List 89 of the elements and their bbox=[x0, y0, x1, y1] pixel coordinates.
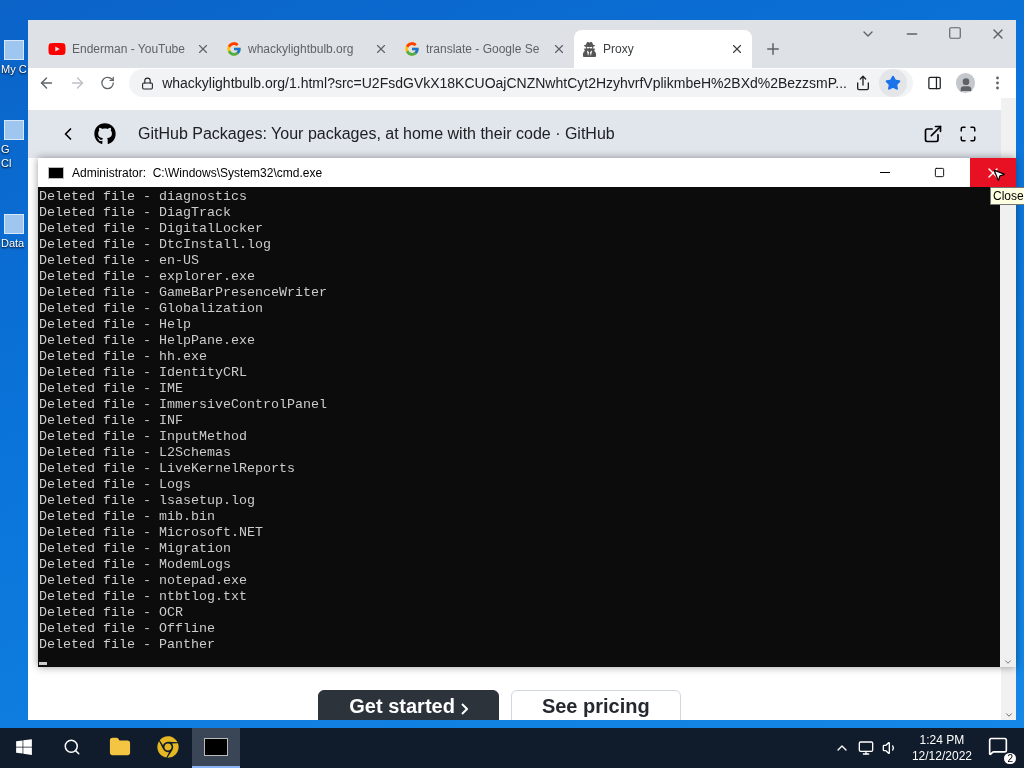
console-line: Deleted file - InputMethod bbox=[39, 429, 248, 445]
taskbar-app[interactable] bbox=[192, 728, 240, 768]
chrome-icon bbox=[157, 736, 179, 758]
close-icon[interactable] bbox=[730, 42, 744, 56]
star-icon bbox=[885, 75, 901, 91]
tab-title: Proxy bbox=[603, 42, 635, 56]
console-line: Deleted file - mib.bin bbox=[39, 509, 216, 525]
browser-tab[interactable]: whackylightbulb.org bbox=[218, 30, 396, 68]
github-icon bbox=[94, 123, 116, 145]
clock[interactable]: 1:24 PM 12/12/2022 bbox=[911, 732, 972, 764]
google-icon bbox=[404, 41, 420, 57]
youtube-icon bbox=[48, 40, 66, 58]
console-line: Deleted file - en-US bbox=[39, 253, 200, 269]
console-line: Deleted file - IdentityCRL bbox=[39, 365, 248, 381]
folder-icon bbox=[109, 736, 131, 758]
terminal-icon bbox=[48, 166, 64, 179]
browser-tab[interactable]: translate - Google Se bbox=[396, 30, 574, 68]
console-line: Deleted file - ImmersiveControlPanel bbox=[39, 397, 328, 413]
new-tab-icon[interactable] bbox=[764, 40, 782, 58]
console-line: Deleted file - DtcInstall.log bbox=[39, 237, 272, 253]
windows-icon bbox=[15, 738, 33, 756]
google-icon bbox=[226, 41, 242, 57]
console-line: Deleted file - OCR bbox=[39, 605, 184, 621]
icon-label: G bbox=[0, 142, 10, 156]
console-line: Deleted file - L2Schemas bbox=[39, 445, 232, 461]
message-icon bbox=[988, 736, 1008, 756]
console-line: Deleted file - explorer.exe bbox=[39, 269, 256, 285]
console-line: Deleted file - Panther bbox=[39, 637, 216, 653]
console-line: Deleted file - HelpPane.exe bbox=[39, 333, 256, 349]
console-line: Deleted file - Offline bbox=[39, 621, 216, 637]
close-button[interactable] bbox=[970, 158, 1016, 187]
pricing-button[interactable]: See pricing bbox=[510, 690, 681, 720]
tab-title: whackylightbulb.org bbox=[248, 42, 355, 56]
profile-avatar[interactable] bbox=[956, 73, 975, 93]
close-icon[interactable] bbox=[196, 42, 210, 56]
scroll-down-icon[interactable] bbox=[1003, 710, 1014, 720]
window-title: Administrator: C:\Windows\System32\cmd.exe bbox=[72, 165, 324, 180]
close-icon[interactable] bbox=[552, 42, 566, 56]
console-line: Deleted file - Globalization bbox=[39, 301, 264, 317]
date-text: 12/12/2022 bbox=[911, 748, 972, 764]
maximize-icon[interactable] bbox=[948, 26, 962, 40]
network-icon[interactable] bbox=[857, 740, 874, 756]
close-icon[interactable] bbox=[374, 42, 388, 56]
console-line: Deleted file - Help bbox=[39, 317, 192, 333]
console-line: Deleted file - lsasetup.log bbox=[39, 493, 256, 509]
time-text: 1:24 PM bbox=[919, 732, 965, 748]
console-line: Deleted file - INF bbox=[39, 413, 184, 429]
chevron-right-icon bbox=[460, 703, 468, 715]
browser-tab[interactable]: Proxy bbox=[574, 30, 752, 68]
icon-label: My C bbox=[0, 62, 27, 76]
console-line: Deleted file - IME bbox=[39, 381, 184, 397]
console-line: Deleted file - DigitalLocker bbox=[39, 221, 264, 237]
console-line: Deleted file - Microsoft.NET bbox=[39, 525, 264, 541]
side-panel-icon[interactable] bbox=[927, 75, 943, 91]
terminal-icon bbox=[204, 738, 228, 756]
bookmark-button[interactable] bbox=[879, 69, 907, 97]
icon-label: Data bbox=[0, 236, 25, 250]
address-bar[interactable]: whackylightbulb.org/1.html?src=U2FsdGVkX18KCUOajCNZNwhtCyt2HzyhvrfVplikmbeH%2BXd%2BezzsmP... bbox=[129, 69, 913, 97]
console-line: Deleted file - ntbtlog.txt bbox=[39, 589, 248, 605]
tab-title: Enderman - YouTube bbox=[72, 42, 186, 56]
console-line: Deleted file - notepad.exe bbox=[39, 573, 248, 589]
maximize-icon bbox=[933, 167, 945, 178]
external-link-icon[interactable] bbox=[923, 124, 943, 144]
search-icon bbox=[63, 738, 81, 756]
lock-icon bbox=[141, 76, 155, 90]
tab-title: translate - Google Se bbox=[426, 42, 541, 56]
browser-tab[interactable]: Enderman - YouTube bbox=[40, 30, 218, 68]
get-started-button[interactable]: Get started bbox=[318, 690, 499, 720]
console-line: Deleted file - ModemLogs bbox=[39, 557, 232, 573]
console-line: Deleted file - hh.exe bbox=[39, 349, 208, 365]
minimize-icon bbox=[880, 172, 890, 173]
notification-count: 2 bbox=[1004, 753, 1016, 764]
scroll-down-icon[interactable] bbox=[1003, 657, 1013, 667]
fullscreen-icon[interactable] bbox=[959, 125, 977, 143]
reload-icon[interactable] bbox=[100, 75, 116, 91]
icon-label: Cl bbox=[0, 156, 12, 170]
notifications-button[interactable]: 2 bbox=[986, 732, 1016, 764]
console-line: Deleted file - DiagTrack bbox=[39, 205, 232, 221]
console-line: Deleted file - GameBarPresenceWriter bbox=[39, 285, 328, 301]
console-line: Deleted file - Logs bbox=[39, 477, 192, 493]
console-line: Deleted file - LiveKernelReports bbox=[39, 461, 296, 477]
tooltip: Close bbox=[990, 187, 1024, 205]
page-title: GitHub Packages: Your packages, at home with their code · GitHub bbox=[138, 125, 616, 143]
share-icon[interactable] bbox=[855, 75, 871, 91]
url-text: whackylightbulb.org/1.html?src=U2FsdGVkX18KCUOajCNZNwhtCyt2HzyhvrfVplikmbeH%2BXd%2BezzsmP... bbox=[162, 75, 847, 91]
console-line: Deleted file - Migration bbox=[39, 541, 232, 557]
mouse-pointer-icon bbox=[992, 168, 1006, 182]
spy-icon bbox=[582, 41, 597, 57]
text-cursor bbox=[39, 662, 47, 665]
